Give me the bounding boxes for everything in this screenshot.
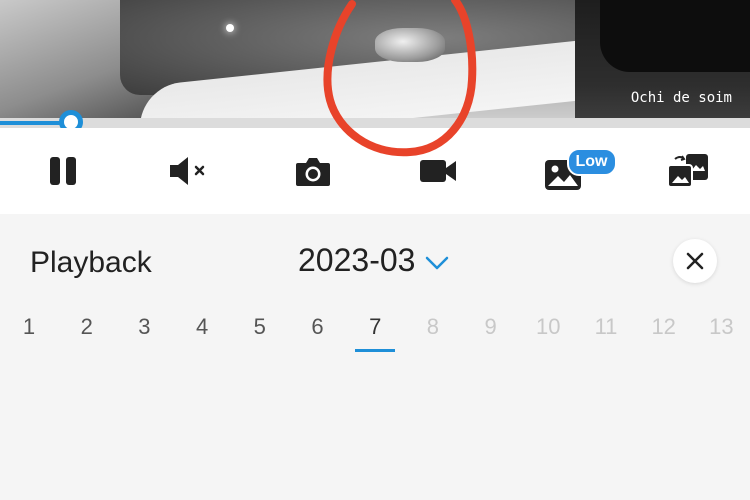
day-label: 8 [426,314,440,339]
pause-button[interactable] [0,128,125,214]
video-scene-object [375,28,445,62]
quality-badge: Low [566,148,617,176]
app-screen: Ochi de soim Low Playback 2023-03 1 2 3 … [0,0,750,500]
gallery-icon [666,154,708,188]
day-item-4[interactable]: 4 [182,314,222,352]
selected-day-underline [355,349,396,352]
close-icon [686,252,704,270]
month-label: 2023-03 [298,242,416,278]
day-item-2[interactable]: 2 [67,314,107,352]
mute-icon [169,157,204,185]
record-button[interactable] [375,128,500,214]
day-item-11[interactable]: 11 [586,314,626,352]
day-label: 13 [709,314,734,339]
video-scene-appliance [600,0,750,72]
day-label: 9 [484,314,497,339]
pause-icon [49,157,76,185]
day-item-10[interactable]: 10 [528,314,568,352]
day-item-13[interactable]: 13 [701,314,741,352]
day-item-1[interactable]: 1 [9,314,49,352]
playback-panel: Playback 2023-03 1 2 3 4 5 6 7 8 9 10 11 12 13 [0,214,750,500]
day-item-3[interactable]: 3 [124,314,164,352]
gallery-button[interactable] [625,128,750,214]
day-label: 12 [651,314,676,339]
image-quality-button[interactable]: Low [500,128,625,214]
month-selector[interactable]: 2023-03 [298,242,449,279]
day-label: 3 [138,314,151,339]
day-label: 11 [594,314,618,339]
snapshot-button[interactable] [250,128,375,214]
mute-button[interactable] [125,128,250,214]
day-selector: 1 2 3 4 5 6 7 8 9 10 11 12 13 [0,314,750,354]
day-item-12[interactable]: 12 [644,314,684,352]
video-scene-light [226,24,234,32]
close-button[interactable] [673,239,717,283]
day-label: 6 [311,314,324,339]
video-toolbar: Low [0,128,750,214]
day-item-8[interactable]: 8 [413,314,453,352]
day-item-9[interactable]: 9 [471,314,511,352]
day-item-6[interactable]: 6 [298,314,338,352]
playback-title: Playback [30,246,152,279]
playback-progress-bar[interactable] [0,110,750,134]
day-label: 1 [22,314,36,339]
day-label: 7 [369,314,382,339]
day-label: 10 [536,314,561,339]
camera-icon [295,158,330,186]
day-label: 2 [80,314,93,339]
camera-video-feed[interactable]: Ochi de soim [0,0,750,122]
chevron-down-icon [426,256,449,269]
day-label: 4 [195,314,209,339]
day-label: 5 [253,314,266,339]
day-item-7[interactable]: 7 [355,314,396,352]
video-record-icon [419,160,456,182]
day-item-5[interactable]: 5 [240,314,280,352]
camera-name-overlay: Ochi de soim [630,90,732,106]
